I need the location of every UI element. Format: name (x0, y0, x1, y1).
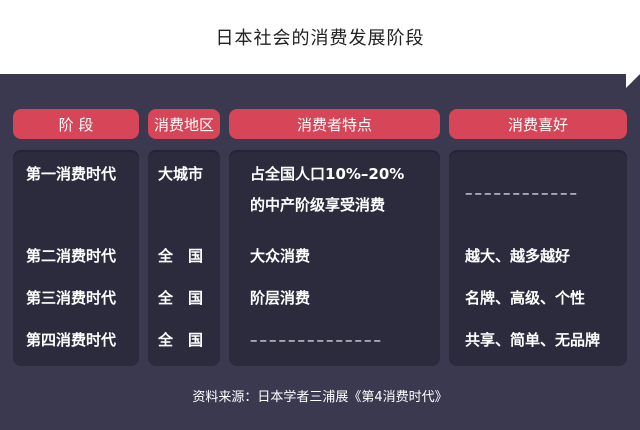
header-traits: 消费者特点 (229, 109, 440, 139)
header-region: 消费地区 (148, 109, 220, 139)
row3-stage: 第三消费时代 (26, 289, 117, 307)
row2-preference: 越大、越多越好 (465, 247, 571, 265)
row2-stage: 第二消费时代 (26, 247, 117, 265)
row4-traits: –––––––––––––– (250, 331, 383, 349)
row3-preference: 名牌、高级、个性 (465, 289, 586, 307)
row1-traits-line2: 的中产阶级享受消费 (250, 196, 386, 214)
source-footer: 资料来源：日本学者三浦展《第4消费时代》 (192, 390, 448, 405)
row2-traits: 大众消费 (250, 247, 311, 265)
row2-region: 全 国 (158, 247, 204, 265)
page-title: 日本社会的消费发展阶段 (215, 28, 425, 49)
row4-preference: 共享、简单、无品牌 (465, 331, 601, 349)
row1-stage: 第一消费时代 (26, 165, 117, 183)
title-bar: 日本社会的消费发展阶段 (0, 0, 640, 74)
row1-traits-line1: 占全国人口10%–20% (250, 165, 405, 183)
row4-stage: 第四消费时代 (26, 331, 117, 349)
header-preference: 消费喜好 (449, 109, 627, 139)
row4-region: 全 国 (158, 331, 204, 349)
row1-preference: –––––––––––– (465, 184, 579, 202)
header-stage: 阶 段 (13, 109, 139, 139)
row1-region: 大城市 (158, 165, 204, 183)
row3-region: 全 国 (158, 289, 204, 307)
row3-traits: 阶层消费 (250, 289, 311, 307)
